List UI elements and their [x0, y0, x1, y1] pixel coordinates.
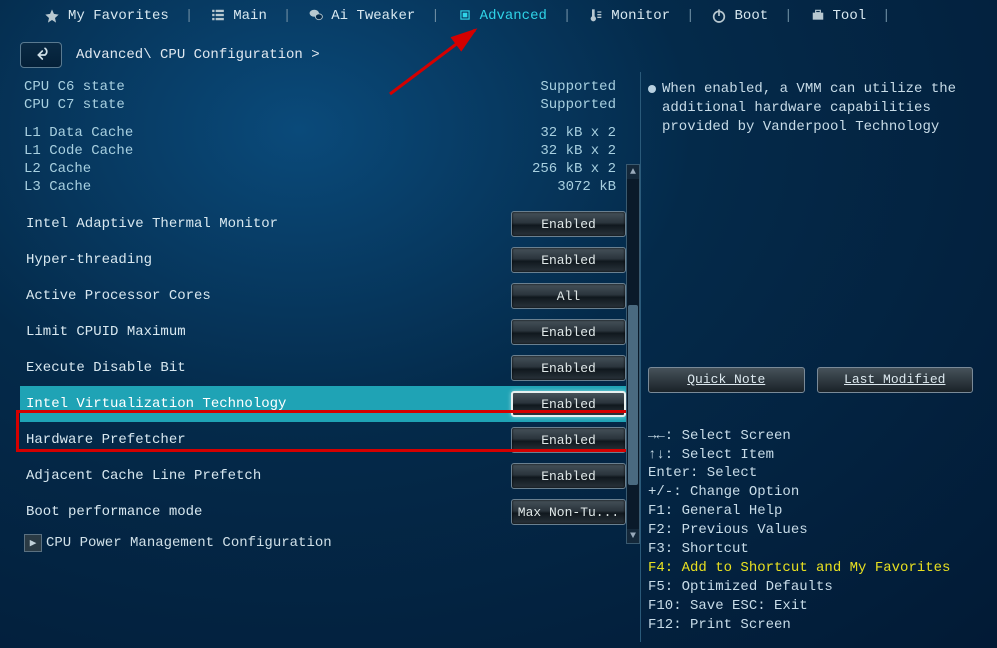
info-row: CPU C7 stateSupported [20, 96, 630, 114]
setting-cpuid[interactable]: Limit CPUID Maximum Enabled [20, 314, 630, 350]
scrollbar[interactable]: ▲ ▼ [626, 164, 640, 544]
submenu-cpu-power[interactable]: ▶ CPU Power Management Configuration [20, 530, 630, 552]
shortcut-line: F1: General Help [648, 502, 973, 521]
setting-thermal[interactable]: Intel Adaptive Thermal Monitor Enabled [20, 206, 630, 242]
setting-label: Adjacent Cache Line Prefetch [24, 468, 261, 484]
dropdown-ht[interactable]: Enabled [511, 247, 626, 273]
shortcut-line: +/-: Change Option [648, 483, 973, 502]
shortcut-line: F12: Print Screen [648, 616, 973, 635]
settings-panel: CPU C6 stateSupported CPU C7 stateSuppor… [20, 78, 630, 642]
chip-icon [456, 8, 474, 24]
nav-separator: | [684, 8, 696, 24]
dropdown-aclp[interactable]: Enabled [511, 463, 626, 489]
shortcut-line: →←: Select Screen [648, 427, 973, 446]
nav-separator: | [782, 8, 794, 24]
setting-hw-prefetcher[interactable]: Hardware Prefetcher Enabled [20, 422, 630, 458]
nav-separator: | [183, 8, 195, 24]
nav-separator: | [281, 8, 293, 24]
nav-boot[interactable]: Boot [697, 0, 783, 32]
nav-label: Monitor [611, 8, 670, 24]
breadcrumb: Advanced\ CPU Configuration > [0, 32, 997, 74]
nav-label: Boot [735, 8, 769, 24]
thermometer-icon [587, 8, 605, 24]
breadcrumb-text: Advanced\ CPU Configuration > [76, 47, 320, 63]
bullet-icon [648, 85, 656, 93]
dropdown-xd[interactable]: Enabled [511, 355, 626, 381]
star-icon [44, 8, 62, 24]
dropdown-vt[interactable]: Enabled [511, 391, 626, 417]
nav-separator: | [880, 8, 892, 24]
dropdown-cores[interactable]: All [511, 283, 626, 309]
setting-label: Active Processor Cores [24, 288, 211, 304]
nav-label: Tool [833, 8, 867, 24]
nav-label: Ai Tweaker [331, 8, 415, 24]
shortcut-line: ↑↓: Select Item [648, 446, 973, 465]
shortcut-line: F5: Optimized Defaults [648, 578, 973, 597]
scroll-down-icon[interactable]: ▼ [627, 529, 639, 543]
setting-label: Limit CPUID Maximum [24, 324, 186, 340]
quick-note-button[interactable]: Quick Note [648, 367, 805, 393]
power-icon [711, 8, 729, 24]
nav-label: Main [233, 8, 267, 24]
setting-adjacent-cache[interactable]: Adjacent Cache Line Prefetch Enabled [20, 458, 630, 494]
setting-label: Intel Virtualization Technology [24, 396, 286, 412]
info-row: L3 Cache3072 kB [20, 178, 630, 196]
scrollbar-thumb[interactable] [628, 305, 638, 485]
info-row: CPU C6 stateSupported [20, 78, 630, 96]
setting-label: Boot performance mode [24, 504, 202, 520]
shortcut-line: F3: Shortcut [648, 540, 973, 559]
nav-ai-tweaker[interactable]: Ai Tweaker [293, 0, 429, 32]
nav-separator: | [429, 8, 441, 24]
setting-label: Hyper-threading [24, 252, 152, 268]
nav-label: Advanced [480, 8, 547, 24]
shortcut-line: F4: Add to Shortcut and My Favorites [648, 559, 973, 578]
help-text: When enabled, a VMM can utilize the addi… [662, 80, 973, 137]
info-row: L1 Data Cache32 kB x 2 [20, 124, 630, 142]
dropdown-thermal[interactable]: Enabled [511, 211, 626, 237]
shortcut-line: F2: Previous Values [648, 521, 973, 540]
setting-hyperthreading[interactable]: Hyper-threading Enabled [20, 242, 630, 278]
submenu-label: CPU Power Management Configuration [46, 535, 332, 551]
setting-execute-disable[interactable]: Execute Disable Bit Enabled [20, 350, 630, 386]
nav-main[interactable]: Main [195, 0, 281, 32]
help-panel: When enabled, a VMM can utilize the addi… [630, 78, 983, 642]
top-nav: My Favorites | Main | Ai Tweaker | Advan… [0, 0, 997, 32]
setting-boot-perf[interactable]: Boot performance mode Max Non-Tu... [20, 494, 630, 530]
info-row: L2 Cache256 kB x 2 [20, 160, 630, 178]
scroll-up-icon[interactable]: ▲ [627, 165, 639, 179]
setting-label: Execute Disable Bit [24, 360, 186, 376]
nav-tool[interactable]: Tool [795, 0, 881, 32]
shortcut-line: F10: Save ESC: Exit [648, 597, 973, 616]
setting-cores[interactable]: Active Processor Cores All [20, 278, 630, 314]
setting-label: Hardware Prefetcher [24, 432, 186, 448]
setting-virtualization[interactable]: Intel Virtualization Technology Enabled [20, 386, 630, 422]
back-arrow-icon [28, 47, 54, 63]
dropdown-hwpf[interactable]: Enabled [511, 427, 626, 453]
chevron-right-icon: ▶ [24, 534, 42, 552]
shortcut-list: →←: Select Screen ↑↓: Select Item Enter:… [648, 427, 973, 635]
nav-monitor[interactable]: Monitor [573, 0, 684, 32]
nav-label: My Favorites [68, 8, 169, 24]
nav-favorites[interactable]: My Favorites [30, 0, 183, 32]
nav-advanced[interactable]: Advanced [442, 0, 561, 32]
toolbox-icon [809, 8, 827, 24]
setting-label: Intel Adaptive Thermal Monitor [24, 216, 278, 232]
dropdown-cpuid[interactable]: Enabled [511, 319, 626, 345]
shortcut-line: Enter: Select [648, 464, 973, 483]
back-button[interactable] [20, 42, 62, 68]
vertical-divider [640, 72, 641, 642]
info-row: L1 Code Cache32 kB x 2 [20, 142, 630, 160]
list-icon [209, 8, 227, 24]
dropdown-bootperf[interactable]: Max Non-Tu... [511, 499, 626, 525]
chat-icon [307, 8, 325, 24]
nav-separator: | [561, 8, 573, 24]
last-modified-button[interactable]: Last Modified [817, 367, 974, 393]
